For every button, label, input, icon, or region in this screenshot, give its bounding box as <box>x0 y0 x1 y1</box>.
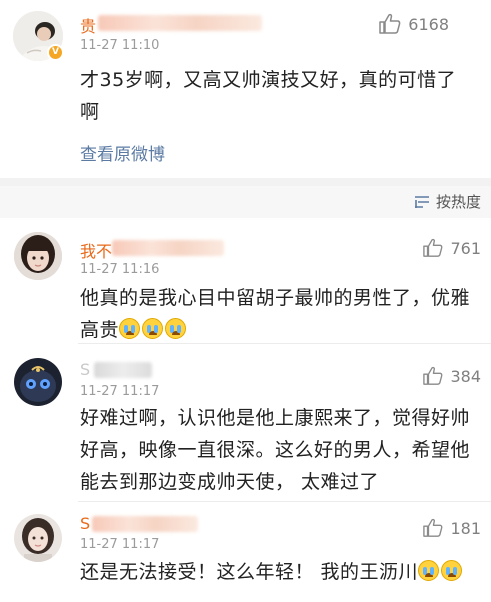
sort-icon <box>414 195 429 208</box>
comment-text: 他真的是我心目中留胡子最帅的男性了，优雅高贵 <box>80 282 480 346</box>
commenter-name-blurred <box>94 362 152 378</box>
main-post: V 贵 11-27 11:10 6168 才35岁啊，又高又帅演技又好，真的可惜… <box>0 0 491 178</box>
comment-text: 还是无法接受！这么年轻！ 我的王沥川 <box>80 556 482 588</box>
comment-time: 11-27 11:16 <box>80 262 160 277</box>
comment-time: 11-27 11:17 <box>80 537 160 552</box>
avatar-image <box>14 232 62 280</box>
post-text: 才35岁啊，又高又帅演技又好，真的可惜了啊 <box>80 69 457 123</box>
comment-text: 好难过啊，认识他是他上康熙来了，觉得好帅好高，映像一直很深。这么好的男人，希望他… <box>80 407 471 493</box>
commenter-avatar[interactable] <box>14 514 62 562</box>
section-gap <box>0 178 491 186</box>
comment-like-count: 181 <box>450 518 481 538</box>
comment-time: 11-27 11:17 <box>80 384 160 399</box>
comment-like-button[interactable]: 384 <box>422 366 481 386</box>
crying-face-icon <box>142 318 164 339</box>
thumbs-up-icon <box>423 366 443 385</box>
author-name[interactable]: 贵 <box>80 13 96 37</box>
thumbs-up-icon <box>379 13 401 34</box>
commenter-avatar[interactable] <box>14 232 62 280</box>
comment-like-count: 384 <box>450 366 481 386</box>
crying-face-icon <box>119 318 141 339</box>
commenter-name-blurred <box>112 240 224 256</box>
verified-badge-icon: V <box>47 44 64 61</box>
crying-face-icon <box>441 560 463 581</box>
post-time: 11-27 11:10 <box>80 38 160 53</box>
avatar-image <box>14 358 62 406</box>
crying-face-icon <box>418 560 440 581</box>
comment-like-count: 761 <box>450 238 481 258</box>
sort-by-hot-button[interactable]: 按热度 <box>414 191 481 212</box>
thumbs-up-icon <box>423 518 443 537</box>
comment-like-button[interactable]: 181 <box>422 518 481 538</box>
thumbs-up-icon <box>423 238 443 257</box>
commenter-name-blurred <box>92 516 198 532</box>
commenter-name[interactable]: 我不 <box>80 238 112 262</box>
comment-like-button[interactable]: 761 <box>422 238 481 258</box>
sort-bar: 按热度 <box>0 186 491 218</box>
post-like-button[interactable]: 6168 <box>378 13 449 35</box>
commenter-name[interactable]: S <box>80 514 90 533</box>
post-like-count: 6168 <box>408 14 449 34</box>
comment-item: S 11-27 11:17 181 还是无法接受！这么年轻！ 我的王沥川 <box>0 502 491 602</box>
view-original-link[interactable]: 查看原微博 <box>80 140 165 165</box>
comment-item: 我不 11-27 11:16 761 他真的是我心目中留胡子最帅的男性了，优雅高… <box>0 218 491 344</box>
commenter-name[interactable]: S <box>80 360 90 379</box>
avatar-image <box>14 514 62 562</box>
commenter-avatar[interactable] <box>14 358 62 406</box>
author-name-blurred <box>98 15 262 31</box>
comment-item: S 11-27 11:17 384 好难过啊，认识他是他上康熙来了，觉得好帅好高… <box>0 344 491 502</box>
comment-text-content: 还是无法接受！这么年轻！ 我的王沥川 <box>80 561 419 583</box>
crying-face-icon <box>165 318 187 339</box>
sort-label: 按热度 <box>435 193 481 211</box>
